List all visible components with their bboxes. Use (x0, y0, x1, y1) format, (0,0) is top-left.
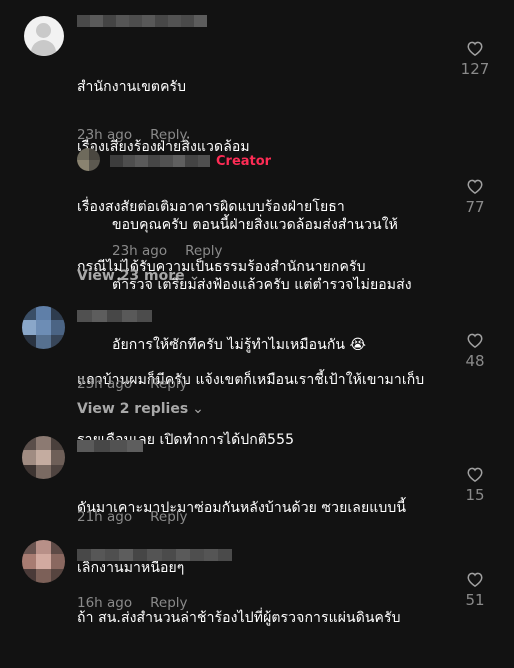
like-count: 48 (465, 352, 485, 370)
like-count: 51 (465, 591, 485, 609)
like-count: 77 (465, 198, 485, 216)
reply-button[interactable]: Reply (150, 509, 187, 525)
comment-meta: 23h ago Reply (77, 376, 188, 392)
avatar[interactable] (22, 436, 65, 479)
chevron-down-icon: ⌄ (192, 401, 204, 417)
username-blurred[interactable] (77, 549, 233, 561)
like-button[interactable]: 127 (455, 40, 495, 78)
reply-button[interactable]: Reply (150, 127, 187, 143)
reply-button[interactable]: Reply (150, 376, 187, 392)
username-blurred[interactable] (77, 15, 207, 27)
username-blurred[interactable] (77, 310, 152, 322)
view-more-replies[interactable]: View 2 replies ⌄ (77, 401, 204, 417)
heart-outline-icon (467, 41, 483, 56)
username-blurred[interactable] (110, 155, 210, 167)
like-button[interactable]: 15 (455, 466, 495, 504)
avatar[interactable] (24, 16, 64, 56)
timestamp: 16h ago (77, 595, 133, 611)
username-blurred[interactable] (77, 440, 143, 452)
timestamp: 23h ago (77, 376, 133, 392)
like-button[interactable]: 77 (455, 178, 495, 216)
like-button[interactable]: 48 (455, 332, 495, 370)
heart-outline-icon (467, 333, 483, 348)
creator-badge: Creator (216, 154, 272, 169)
comment-meta: 23h ago Reply (77, 127, 188, 143)
heart-outline-icon (467, 572, 483, 587)
like-count: 127 (460, 60, 490, 78)
reply-button[interactable]: Reply (150, 595, 187, 611)
timestamp: 23h ago (77, 127, 133, 143)
timestamp: 21h ago (77, 509, 133, 525)
view-more-replies[interactable]: View 23 more ⌄ (77, 268, 200, 284)
avatar[interactable] (22, 306, 65, 349)
comment-meta: 23h ago Reply (112, 243, 223, 259)
comment-meta: 21h ago Reply (77, 509, 188, 525)
chevron-down-icon: ⌄ (188, 268, 201, 284)
avatar[interactable] (22, 540, 65, 583)
like-count: 15 (465, 486, 485, 504)
reply-button[interactable]: Reply (185, 243, 222, 259)
like-button[interactable]: 51 (455, 571, 495, 609)
heart-outline-icon (467, 179, 483, 194)
avatar[interactable] (77, 148, 100, 171)
heart-outline-icon (467, 467, 483, 482)
comment-text: ถ้า สน.ส่งสำนวนล่าช้าร้องไปที่ผู้ตรวจการ… (77, 610, 401, 626)
timestamp: 23h ago (112, 243, 168, 259)
comment-meta: 16h ago Reply (77, 595, 188, 611)
